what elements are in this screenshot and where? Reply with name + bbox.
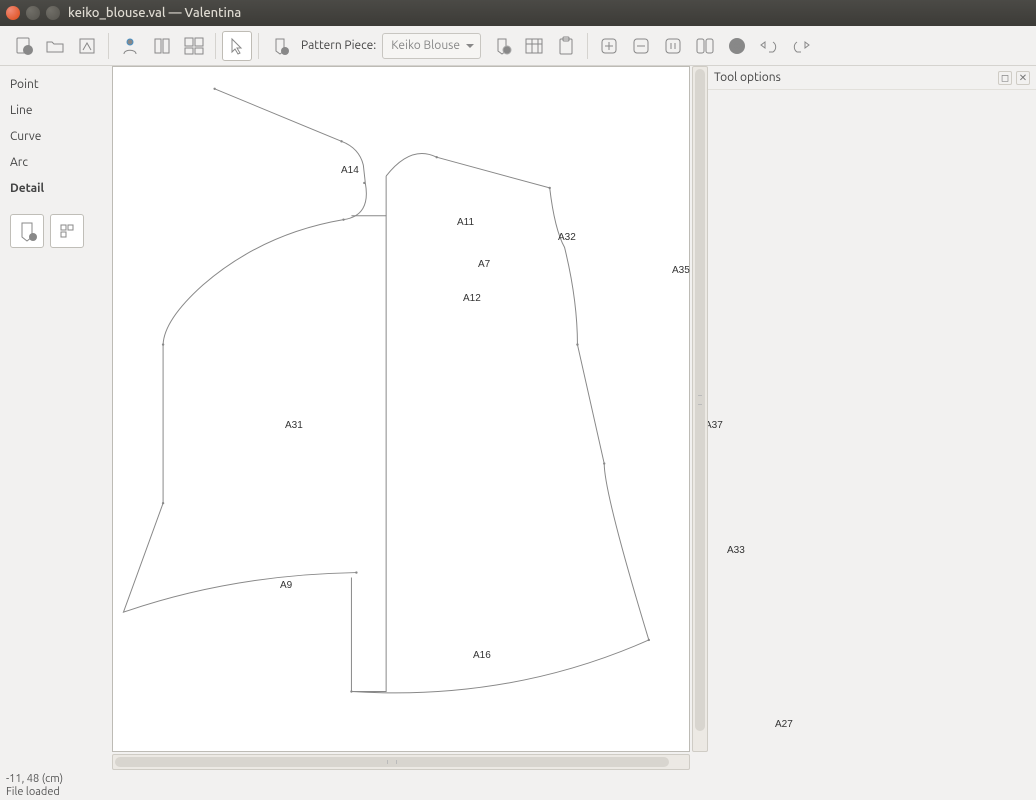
canvas-area: A14 A11 A7 A12 A32 A35 A31 A37 A33 A9 A1… (112, 66, 708, 770)
stop-button[interactable] (722, 31, 752, 61)
zoom-in-button[interactable] (594, 31, 624, 61)
pattern-drawing (113, 67, 689, 751)
pattern-piece-combo[interactable]: Keiko Blouse (382, 33, 481, 59)
undo-button[interactable] (754, 31, 784, 61)
panel-header: Tool options ◻ ✕ (708, 66, 1036, 90)
main-area: Point Line Curve Arc Detail (0, 66, 1036, 770)
redo-button[interactable] (786, 31, 816, 61)
add-pattern-piece-button[interactable] (265, 31, 295, 61)
point-label-a32: A32 (558, 232, 576, 243)
detail-mode-button[interactable] (179, 31, 209, 61)
table-button[interactable] (519, 31, 549, 61)
pattern-piece-label: Pattern Piece: (301, 39, 376, 52)
sidebar: Point Line Curve Arc Detail (0, 66, 112, 770)
point-label-a31: A31 (285, 420, 303, 431)
status-message: File loaded (6, 786, 1030, 798)
open-file-button[interactable] (40, 31, 70, 61)
canvas[interactable]: A14 A11 A7 A12 A32 A35 A31 A37 A33 A9 A1… (112, 66, 690, 752)
toolbar: Pattern Piece: Keiko Blouse (0, 26, 1036, 66)
scrollbar-thumb[interactable] (115, 757, 669, 767)
sidebar-tab-detail[interactable]: Detail (0, 176, 112, 202)
point-label-a11: A11 (457, 217, 474, 228)
clipboard-button[interactable] (551, 31, 581, 61)
point-label-a12: A12 (463, 293, 481, 304)
window-buttons (6, 6, 60, 20)
toolbar-separator (108, 33, 109, 59)
point-label-a14: A14 (341, 165, 359, 176)
toolbar-separator (258, 33, 259, 59)
right-panel: Tool options ◻ ✕ (708, 66, 1036, 770)
point-label-a9: A9 (280, 580, 292, 591)
zoom-reset-button[interactable] (658, 31, 688, 61)
panel-title: Tool options (714, 71, 781, 84)
sidebar-tools (0, 206, 112, 256)
measurements-button[interactable] (115, 31, 145, 61)
panel-body (708, 90, 1036, 770)
vertical-scrollbar[interactable] (692, 66, 708, 752)
zoom-out-button[interactable] (626, 31, 656, 61)
zoom-fit-button[interactable] (690, 31, 720, 61)
panel-close-button[interactable]: ✕ (1016, 71, 1030, 85)
status-bar: -11, 48 (cm) File loaded (0, 770, 1036, 800)
title-bar: keiko_blouse.val — Valentina (0, 0, 1036, 26)
sidebar-tab-arc[interactable]: Arc (0, 150, 112, 176)
draw-mode-button[interactable] (147, 31, 177, 61)
toolbar-separator (215, 33, 216, 59)
scrollbar-thumb[interactable] (695, 69, 705, 731)
detail-tool-new[interactable] (10, 214, 44, 248)
config-pattern-button[interactable] (487, 31, 517, 61)
point-label-a27: A27 (775, 719, 793, 730)
window-maximize-button[interactable] (46, 6, 60, 20)
sidebar-tab-point[interactable]: Point (0, 72, 112, 98)
toolbar-separator (587, 33, 588, 59)
status-coords: -11, 48 (cm) (6, 773, 1030, 785)
save-file-button[interactable] (72, 31, 102, 61)
window-title: keiko_blouse.val — Valentina (68, 6, 241, 20)
new-file-button[interactable] (8, 31, 38, 61)
pattern-piece-value: Keiko Blouse (391, 39, 460, 52)
window-minimize-button[interactable] (26, 6, 40, 20)
point-label-a7: A7 (478, 259, 490, 270)
point-label-a16: A16 (473, 650, 491, 661)
pointer-tool-button[interactable] (222, 31, 252, 61)
point-label-a33: A33 (727, 545, 745, 556)
detail-tool-seam[interactable] (50, 214, 84, 248)
panel-detach-button[interactable]: ◻ (998, 71, 1012, 85)
window-close-button[interactable] (6, 6, 20, 20)
sidebar-tab-curve[interactable]: Curve (0, 124, 112, 150)
point-label-a35: A35 (672, 265, 690, 276)
sidebar-tab-line[interactable]: Line (0, 98, 112, 124)
horizontal-scrollbar[interactable] (112, 754, 690, 770)
